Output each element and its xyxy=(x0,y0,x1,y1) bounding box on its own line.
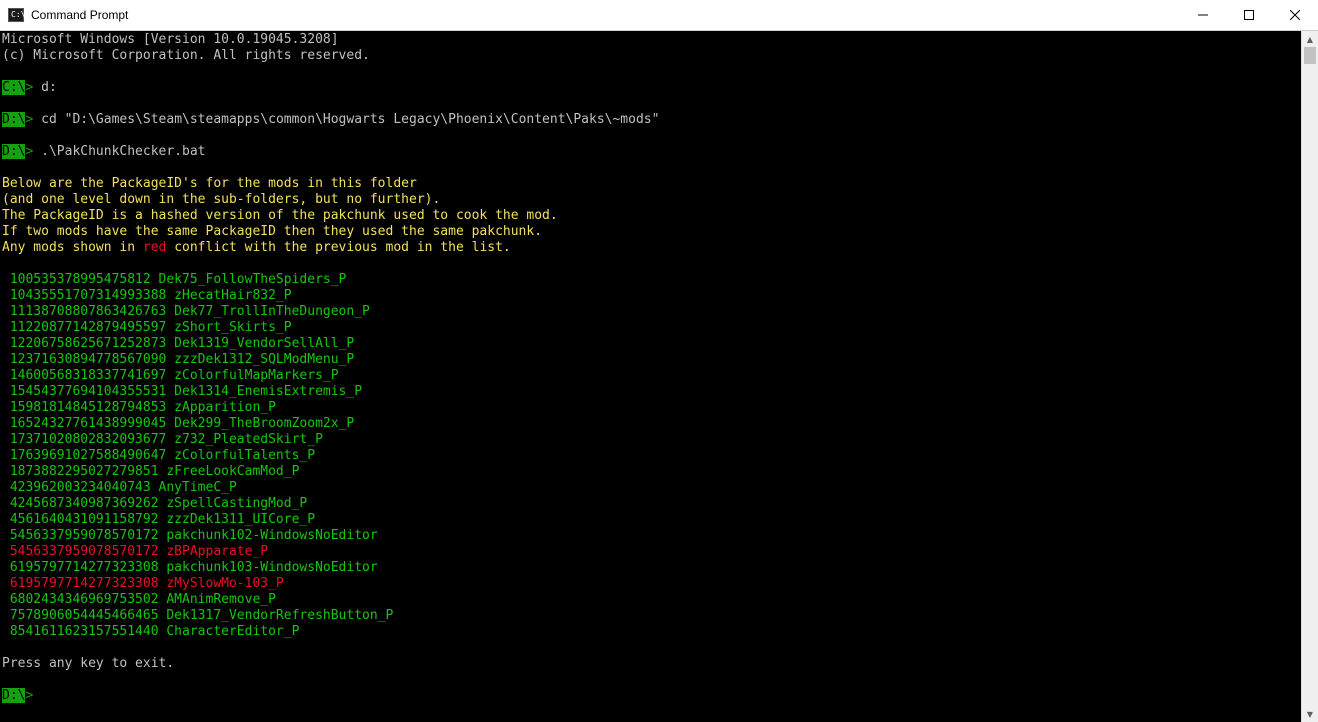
mod-entry: 100535378995475812 Dek75_FollowTheSpider… xyxy=(2,272,347,287)
mod-entry: 6195797714277323308 pakchunk103-WindowsN… xyxy=(2,560,378,575)
minimize-icon xyxy=(1198,14,1208,16)
maximize-icon xyxy=(1244,10,1254,20)
info-line-3: The PackageID is a hashed version of the… xyxy=(2,208,558,223)
mod-entry: 17371020802832093677 z732_PleatedSkirt_P xyxy=(2,432,323,447)
info-line-1: Below are the PackageID's for the mods i… xyxy=(2,176,417,191)
info-5-part-c: conflict with the previous mod in the li… xyxy=(166,240,511,255)
info-5-part-a: Any mods shown in xyxy=(2,240,143,255)
mod-entry-conflict: 6195797714277323308 zMySlowMo-103_P xyxy=(2,576,284,591)
mod-entry-conflict: 5456337959078570172 zBPApparate_P xyxy=(2,544,269,559)
window-title: Command Prompt xyxy=(31,8,129,22)
prompt-d: D:\ xyxy=(2,688,26,703)
command-prompt-icon[interactable]: C:\ xyxy=(8,8,26,22)
mod-entry: 1873882295027279851 zFreeLookCamMod_P xyxy=(2,464,300,479)
command-line-1: C:\> d: xyxy=(2,80,659,96)
mod-entry: 8541611623157551440 CharacterEditor_P xyxy=(2,624,300,639)
scrollbar-thumb[interactable] xyxy=(1304,47,1316,64)
vertical-scrollbar[interactable]: ▲ ▼ xyxy=(1301,31,1318,722)
mod-entry: 11138708807863426763 Dek77_TrollInTheDun… xyxy=(2,304,370,319)
mod-entry: 7578906054445466465 Dek1317_VendorRefres… xyxy=(2,608,394,623)
mod-entry: 5456337959078570172 pakchunk102-WindowsN… xyxy=(2,528,378,543)
mod-entry: 6802434346969753502 AMAnimRemove_P xyxy=(2,592,276,607)
final-prompt-line: D:\> xyxy=(2,688,659,704)
prompt-arrow: > xyxy=(25,688,34,703)
scroll-down-button[interactable]: ▼ xyxy=(1302,706,1318,722)
info-line-2: (and one level down in the sub-folders, … xyxy=(2,192,441,207)
console-output[interactable]: Microsoft Windows [Version 10.0.19045.32… xyxy=(0,31,1301,722)
mod-entry: 11220877142879495597 zShort_Skirts_P xyxy=(2,320,292,335)
scroll-up-button[interactable]: ▲ xyxy=(1302,31,1318,47)
command-prompt-window: C:\ Command Prompt Microsoft Windows [Ve… xyxy=(0,0,1318,722)
mod-entry: 16524327761438999045 Dek299_TheBroomZoom… xyxy=(2,416,355,431)
info-5-red-word: red xyxy=(142,240,167,255)
exit-message: Press any key to exit. xyxy=(2,656,175,671)
mod-entry: 4245687340987369262 zSpellCastingMod_P xyxy=(2,496,308,511)
mod-entry: 10435551707314993388 zHecatHair832_P xyxy=(2,288,292,303)
close-button[interactable] xyxy=(1272,0,1318,30)
chevron-up-icon: ▲ xyxy=(1306,34,1314,44)
app-icon-text: C:\ xyxy=(11,10,26,19)
command-text-3: .\PakChunkChecker.bat xyxy=(33,144,206,159)
mod-entry: 14600568318337741697 zColorfulMapMarkers… xyxy=(2,368,339,383)
command-line-3: D:\> .\PakChunkChecker.bat xyxy=(2,144,659,160)
mod-entry: 17639691027588490647 zColorfulTalents_P xyxy=(2,448,316,463)
mod-entry: 15454377694104355531 Dek1314_EnemisExtre… xyxy=(2,384,363,399)
minimize-button[interactable] xyxy=(1180,0,1226,30)
command-text-2: cd "D:\Games\Steam\steamapps\common\Hogw… xyxy=(33,112,660,127)
mod-list: 100535378995475812 Dek75_FollowTheSpider… xyxy=(2,272,659,640)
prompt-d: D:\ xyxy=(2,112,26,127)
command-line-2: D:\> cd "D:\Games\Steam\steamapps\common… xyxy=(2,112,659,128)
info-line-5: Any mods shown in red conflict with the … xyxy=(2,240,659,256)
maximize-button[interactable] xyxy=(1226,0,1272,30)
title-bar[interactable]: C:\ Command Prompt xyxy=(0,0,1318,31)
mod-entry: 15981814845128794853 zApparition_P xyxy=(2,400,276,415)
chevron-down-icon: ▼ xyxy=(1306,709,1314,719)
command-text-1: d: xyxy=(33,80,57,95)
mod-entry: 12371630894778567090 zzzDek1312_SQLModMe… xyxy=(2,352,355,367)
close-icon xyxy=(1290,10,1300,20)
prompt-d: D:\ xyxy=(2,144,26,159)
prompt-c: C:\ xyxy=(2,80,26,95)
mod-entry: 4561640431091158792 zzzDek1311_UICore_P xyxy=(2,512,316,527)
mod-entry: 12206758625671252873 Dek1319_VendorSellA… xyxy=(2,336,355,351)
header-line-2: (c) Microsoft Corporation. All rights re… xyxy=(2,48,370,63)
header-line-1: Microsoft Windows [Version 10.0.19045.32… xyxy=(2,32,339,47)
info-line-4: If two mods have the same PackageID then… xyxy=(2,224,543,239)
mod-entry: 423962003234040743 AnyTimeC_P xyxy=(2,480,237,495)
